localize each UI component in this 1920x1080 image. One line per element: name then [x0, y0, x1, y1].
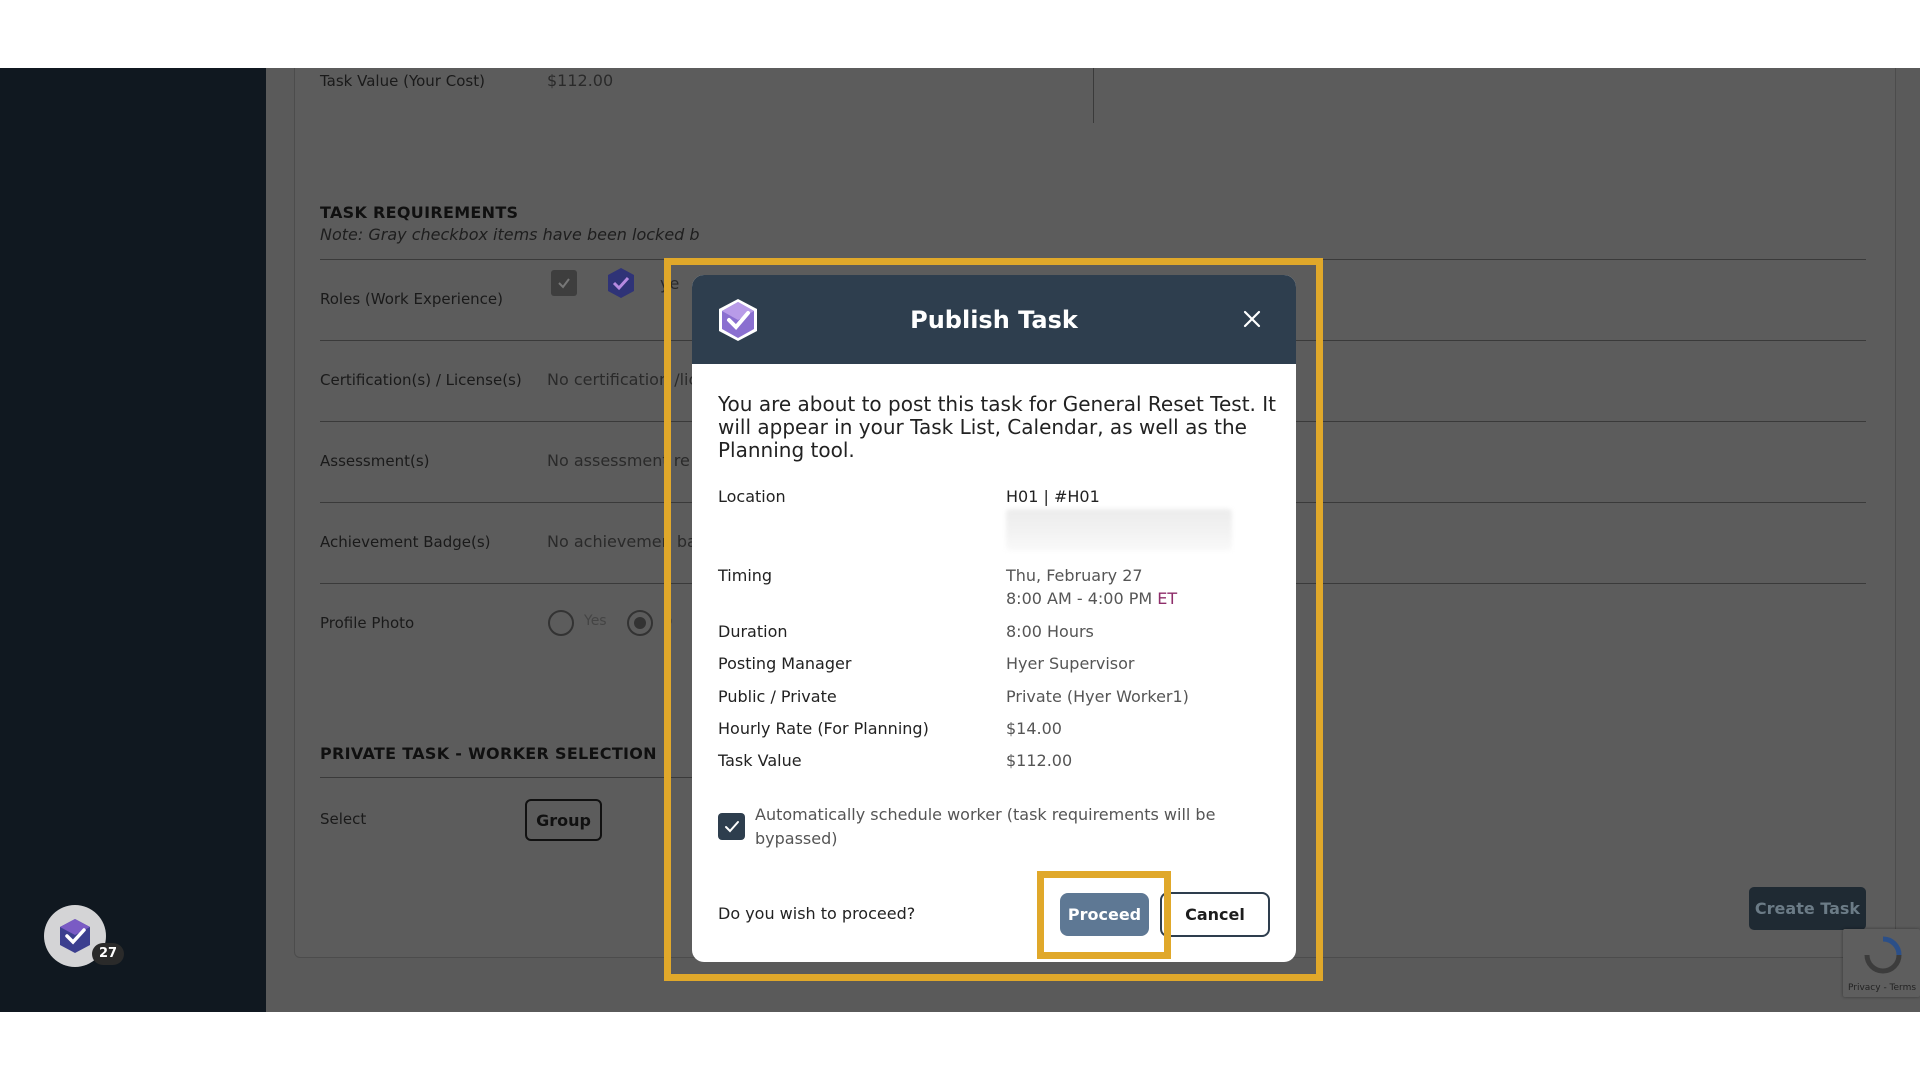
recaptcha-icon — [1864, 936, 1902, 974]
manager-label: Posting Manager — [718, 654, 852, 673]
select-label: Select — [320, 810, 367, 828]
rate-value: $14.00 — [1006, 719, 1062, 738]
redacted-address — [1006, 509, 1232, 551]
requirements-heading: TASK REQUIREMENTS — [320, 203, 519, 222]
rate-label: Hourly Rate (For Planning) — [718, 719, 929, 738]
badge-label: Achievement Badge(s) — [320, 533, 491, 551]
roles-label: Roles (Work Experience) — [320, 290, 504, 308]
duration-label: Duration — [718, 622, 788, 641]
timezone-label: ET — [1157, 589, 1178, 608]
visibility-label: Public / Private — [718, 687, 837, 706]
duration-value: 8:00 Hours — [1006, 622, 1094, 641]
location-value: H01 | #H01 — [1006, 487, 1100, 506]
manager-value: Hyer Supervisor — [1006, 654, 1135, 673]
recaptcha-links[interactable]: Privacy - Terms — [1848, 983, 1916, 993]
notification-count-badge: 27 — [92, 943, 124, 965]
group-button[interactable]: Group — [525, 799, 602, 841]
timing-hours-text: 8:00 AM - 4:00 PM — [1006, 589, 1153, 608]
proceed-question: Do you wish to proceed? — [718, 904, 916, 923]
photo-label: Profile Photo — [320, 614, 415, 632]
create-task-button[interactable]: Create Task — [1749, 887, 1866, 930]
task-value: $112.00 — [1006, 751, 1073, 770]
checkmark-icon — [558, 278, 570, 289]
location-label: Location — [718, 487, 786, 506]
requirements-note: Note: Gray checkbox items have been lock… — [320, 225, 700, 244]
sidebar: 27 — [0, 68, 266, 1012]
role-badge-icon — [608, 268, 634, 298]
photo-no-radio[interactable] — [627, 610, 653, 636]
assessment-label: Assessment(s) — [320, 452, 430, 470]
photo-yes-label: Yes — [584, 613, 607, 629]
task-value-label: Task Value (Your Cost) — [320, 72, 485, 90]
recaptcha-badge[interactable]: Privacy - Terms — [1843, 929, 1920, 997]
app-window: 27 Task Value (Your Cost) $112.00 TASK R… — [0, 68, 1920, 1012]
worker-selection-heading: PRIVATE TASK - WORKER SELECTION — [320, 744, 657, 763]
timing-hours: 8:00 AM - 4:00 PM ET — [1006, 589, 1177, 608]
checkmark-icon — [724, 820, 739, 832]
roles-checkbox[interactable] — [551, 270, 577, 296]
dialog-header: Publish Task — [692, 275, 1296, 364]
visibility-value: Private (Hyer Worker1) — [1006, 687, 1189, 706]
dialog-title: Publish Task — [910, 305, 1078, 334]
timing-label: Timing — [718, 566, 773, 585]
close-icon — [1243, 310, 1261, 328]
task-value: $112.00 — [547, 71, 614, 90]
timing-date: Thu, February 27 — [1006, 566, 1143, 585]
task-value-label: Task Value — [718, 751, 802, 770]
dialog-intro-text: You are about to post this task for Gene… — [718, 392, 1276, 462]
proceed-highlight-frame — [1037, 871, 1171, 959]
cert-label: Certification(s) / License(s) — [320, 371, 522, 389]
auto-schedule-label[interactable]: Automatically schedule worker (task requ… — [755, 803, 1225, 851]
app-logo-icon — [60, 919, 90, 953]
divider — [1093, 68, 1094, 123]
close-button[interactable] — [1236, 303, 1268, 335]
publish-task-dialog: Publish Task You are about to post this … — [692, 275, 1296, 962]
photo-yes-radio[interactable] — [548, 610, 574, 636]
cancel-button[interactable]: Cancel — [1160, 892, 1270, 937]
auto-schedule-checkbox[interactable] — [718, 813, 745, 840]
